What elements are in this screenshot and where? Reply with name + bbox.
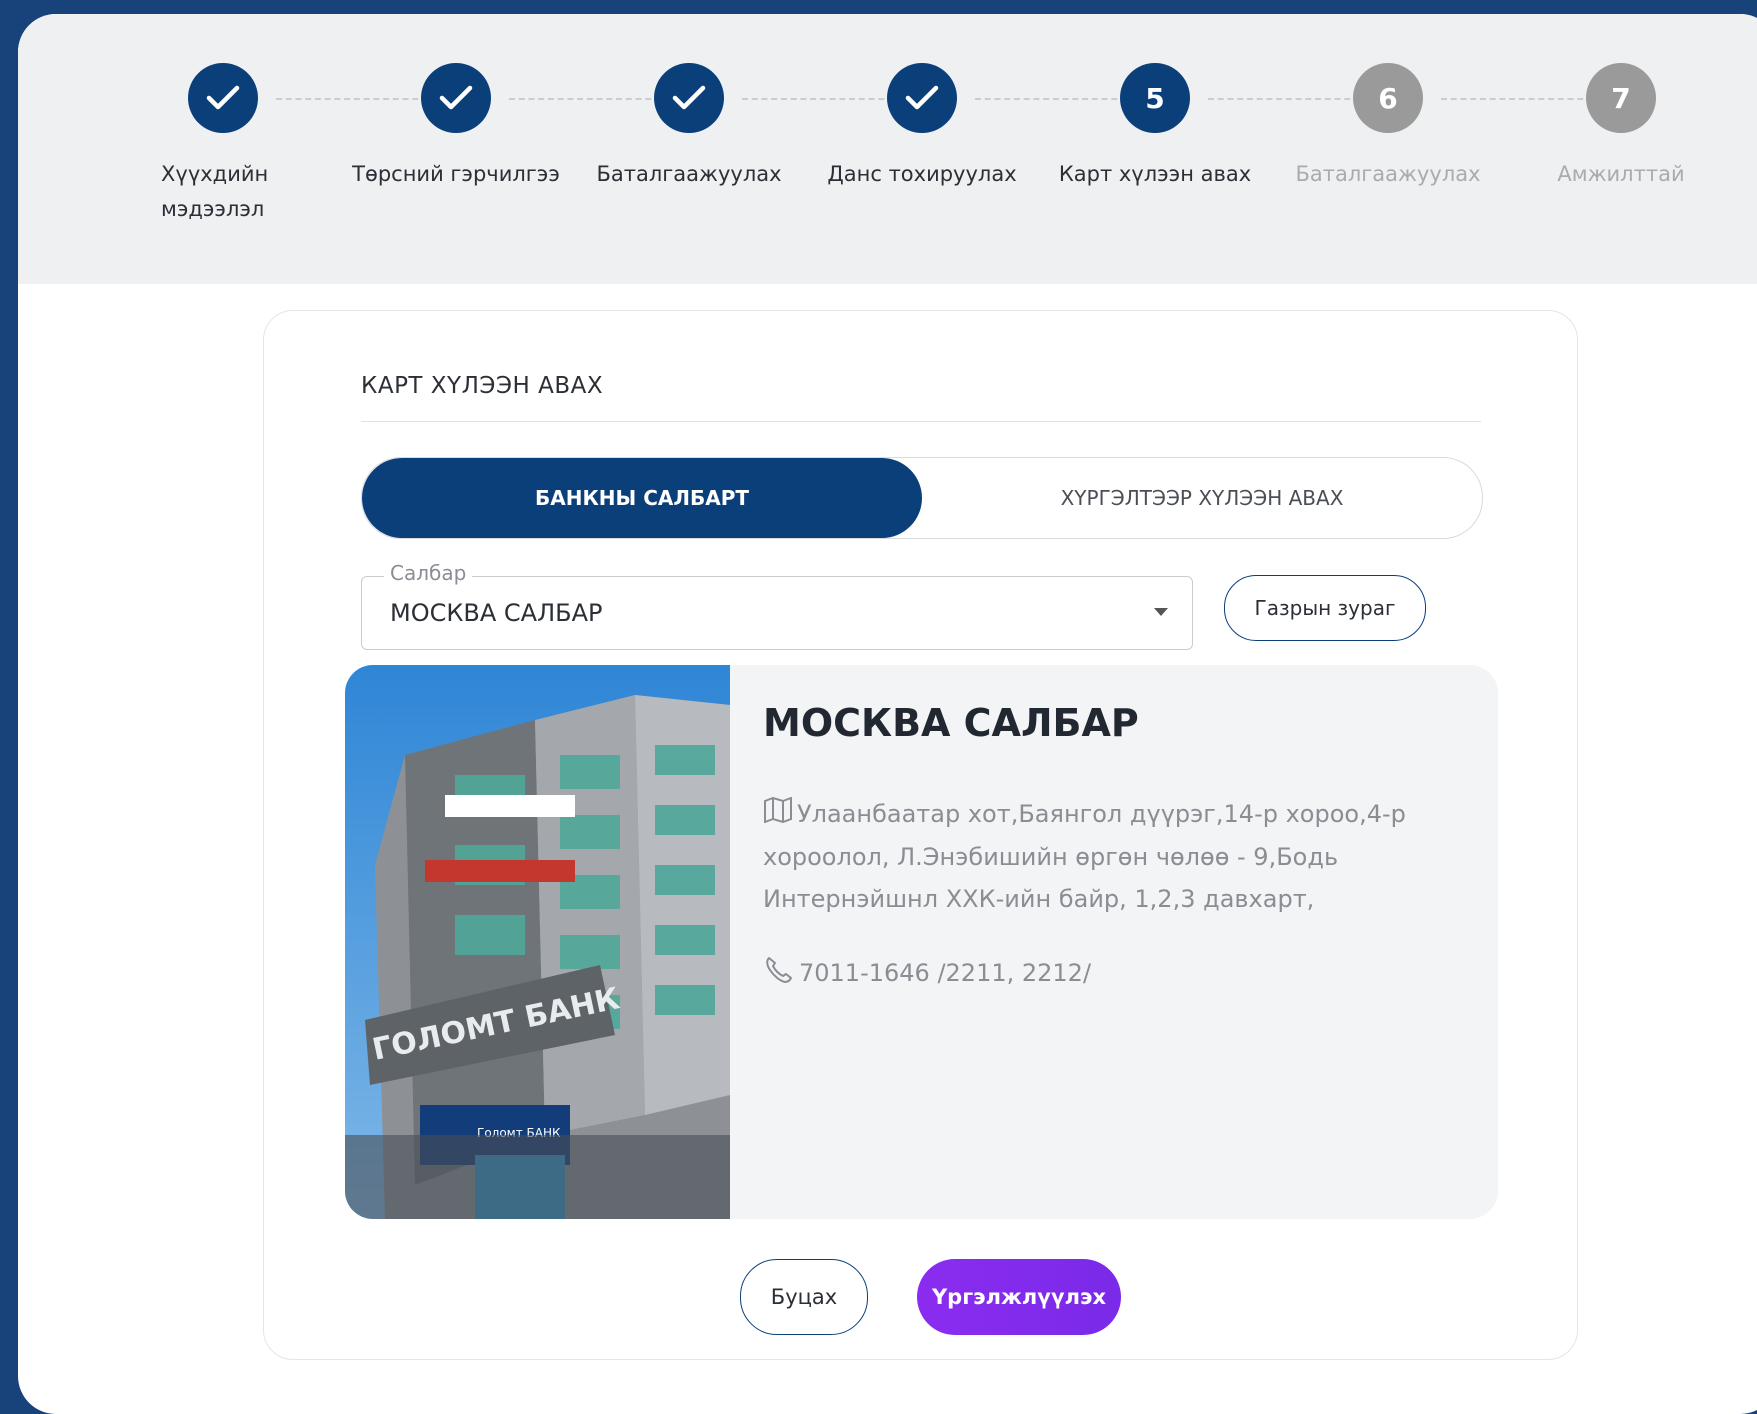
step-5: 5 Карт хүлээн авах [1045, 63, 1265, 192]
map-button[interactable]: Газрын зураг [1224, 575, 1426, 641]
branch-photo: ГОЛОМТ БАНК Голомт БАНК [345, 665, 730, 1219]
stepper: Хүүхдийн мэдээлэл Төрсний гэрчилгээ Бата… [18, 14, 1757, 284]
step-label: Төрсний гэрчилгээ [352, 162, 560, 186]
step-7: 7 Амжилттай [1511, 63, 1731, 192]
branch-phone-text: 7011-1646 /2211, 2212/ [799, 959, 1092, 987]
delivery-method-toggle: БАНКНЫ САЛБАРТ ХҮРГЭЛТЭЭР ХҮЛЭЭН АВАХ [361, 457, 1483, 539]
chevron-down-icon [1154, 608, 1168, 616]
step-1: Хүүхдийн мэдээлэл [113, 63, 333, 227]
phone-icon [763, 955, 795, 991]
tab-branch-pickup[interactable]: БАНКНЫ САЛБАРТ [362, 458, 922, 538]
step-complete-check-icon [887, 63, 957, 133]
step-number: 5 [1120, 63, 1190, 133]
branch-address-text: Улаанбаатар хот,Баянгол дүүрэг,14-р хоро… [763, 800, 1406, 913]
map-icon [763, 794, 793, 836]
branch-address: Улаанбаатар хот,Баянгол дүүрэг,14-р хоро… [763, 793, 1423, 920]
back-button[interactable]: Буцах [740, 1259, 868, 1335]
step-number: 7 [1586, 63, 1656, 133]
tab-delivery[interactable]: ХҮРГЭЛТЭЭР ХҮЛЭЭН АВАХ [922, 458, 1482, 538]
step-complete-check-icon [421, 63, 491, 133]
branch-select-label: Салбар [384, 561, 473, 585]
step-number: 6 [1353, 63, 1423, 133]
card-pickup-form: КАРТ ХҮЛЭЭН АВАХ БАНКНЫ САЛБАРТ ХҮРГЭЛТЭ… [263, 310, 1578, 1360]
step-label: Данс тохируулах [827, 162, 1017, 186]
divider [361, 421, 1481, 422]
step-label: Баталгаажуулах [596, 162, 782, 186]
step-complete-check-icon [654, 63, 724, 133]
branch-name: МОСКВА САЛБАР [763, 701, 1139, 745]
branch-info-card: ГОЛОМТ БАНК Голомт БАНК МОСКВА САЛБАР Ул… [345, 665, 1498, 1219]
continue-button[interactable]: Үргэлжлүүлэх [917, 1259, 1121, 1335]
branch-select[interactable]: Салбар МОСКВА САЛБАР [361, 561, 1193, 650]
step-connector [509, 98, 661, 100]
step-connector [975, 98, 1127, 100]
step-connector [1441, 98, 1593, 100]
step-label: Амжилттай [1557, 162, 1685, 186]
step-connector [742, 98, 894, 100]
step-connector [1208, 98, 1360, 100]
step-complete-check-icon [188, 63, 258, 133]
branch-select-value: МОСКВА САЛБАР [390, 599, 603, 627]
step-3: Баталгаажуулах [579, 63, 799, 192]
section-title: КАРТ ХҮЛЭЭН АВАХ [361, 373, 604, 399]
step-label: Баталгаажуулах [1295, 162, 1481, 186]
step-label: Хүүхдийн мэдээлэл [161, 162, 269, 221]
step-2: Төрсний гэрчилгээ [346, 63, 566, 192]
step-label: Карт хүлээн авах [1058, 162, 1252, 186]
step-4: Данс тохируулах [812, 63, 1032, 192]
branch-phone: 7011-1646 /2211, 2212/ [763, 955, 1091, 991]
main-panel: Хүүхдийн мэдээлэл Төрсний гэрчилгээ Бата… [18, 14, 1757, 1414]
step-6: 6 Баталгаажуулах [1278, 63, 1498, 192]
step-connector [276, 98, 428, 100]
